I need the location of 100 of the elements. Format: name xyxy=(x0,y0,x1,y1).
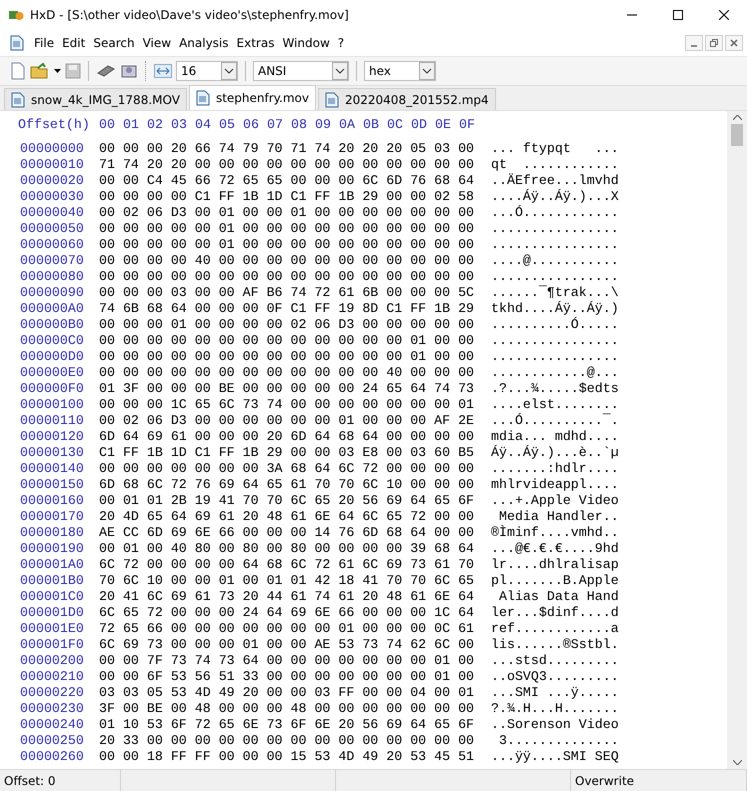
text-column[interactable]: ...@€.€.€....9hd xyxy=(491,541,619,557)
hex-bytes[interactable]: 3F 00 BE 00 48 00 00 00 48 00 00 00 00 00 00 00 xyxy=(99,701,475,717)
hex-bytes[interactable]: 00 00 00 00 00 01 00 00 00 00 00 00 00 00 00 00 xyxy=(99,221,475,237)
hex-bytes[interactable]: 01 3F 00 00 00 BE 00 00 00 00 00 24 65 64 74 73 xyxy=(99,381,475,397)
bytes-per-row-dropdown[interactable]: 16 xyxy=(176,61,238,81)
hex-bytes[interactable]: 00 00 18 FF FF 00 00 00 15 53 4D 49 20 53 45 51 xyxy=(99,749,475,765)
text-column[interactable]: Media Handler.. xyxy=(491,509,619,525)
scroll-up-icon[interactable] xyxy=(732,115,742,120)
hex-bytes[interactable]: 03 03 05 53 4D 49 20 00 00 03 FF 00 00 04 00 01 xyxy=(99,685,475,701)
text-column[interactable]: 3.............. xyxy=(491,733,619,749)
text-column[interactable]: Alias Data Hand xyxy=(491,589,619,605)
hex-bytes[interactable]: 00 01 00 40 80 00 80 00 80 00 00 00 00 39 68 64 xyxy=(99,541,475,557)
text-column[interactable]: .......:hdlr.... xyxy=(491,461,619,477)
hex-bytes[interactable]: 00 00 00 00 00 00 00 00 00 00 00 00 40 00 00 00 xyxy=(99,365,475,381)
text-column[interactable]: ?.¾.H...H....... xyxy=(491,701,619,717)
hex-bytes[interactable]: 00 00 00 00 40 00 00 00 00 00 00 00 00 00 00 00 xyxy=(99,253,475,269)
hex-bytes[interactable]: 20 33 00 00 00 00 00 00 00 00 00 00 00 00 00 00 xyxy=(99,733,475,749)
hex-bytes[interactable]: 00 02 06 D3 00 00 00 00 00 00 01 00 00 00 AF 2E xyxy=(99,413,475,429)
text-column[interactable]: ............@... xyxy=(491,365,619,381)
hex-bytes[interactable]: 20 4D 65 64 69 61 20 48 61 6E 64 6C 65 72 00 00 xyxy=(99,509,475,525)
hex-bytes[interactable]: 6C 65 72 00 00 00 24 64 69 6E 66 00 00 00 1C 64 xyxy=(99,605,475,621)
hex-bytes[interactable]: 00 00 00 00 00 00 00 3A 68 64 6C 72 00 00 00 00 xyxy=(99,461,475,477)
text-column[interactable]: ler...$dinf....d xyxy=(491,605,619,621)
text-column[interactable]: ..oSVQ3......... xyxy=(491,669,619,685)
open-folder-icon[interactable] xyxy=(30,62,50,80)
menu-item[interactable]: Search xyxy=(89,36,139,50)
hex-bytes[interactable]: 01 10 53 6F 72 65 6E 73 6F 6E 20 56 69 64 65 6F xyxy=(99,717,475,733)
minimize-document-button[interactable] xyxy=(685,35,703,51)
hex-bytes[interactable]: 00 00 00 00 00 00 00 00 00 00 00 00 00 01 00 00 xyxy=(99,333,475,349)
new-file-icon[interactable] xyxy=(10,62,26,80)
text-column[interactable]: ref............a xyxy=(491,621,619,637)
text-column[interactable]: ...ÿÿ....SMI SEQ xyxy=(491,749,619,765)
hex-bytes[interactable]: 72 65 66 00 00 00 00 00 00 00 01 00 00 00 0C 61 xyxy=(99,621,475,637)
text-column[interactable]: qt ............ xyxy=(491,157,619,173)
hex-bytes[interactable]: 74 6B 68 64 00 00 00 0F C1 FF 19 8D C1 FF 1B 29 xyxy=(99,301,475,317)
text-column[interactable]: ....Áÿ..Áÿ.)...X xyxy=(491,189,619,205)
text-column[interactable]: ...+.Apple Video xyxy=(491,493,619,509)
text-column[interactable]: Áÿ..Áÿ.)...è..`µ xyxy=(491,445,619,461)
hex-bytes[interactable]: 00 00 00 00 00 01 00 00 00 00 00 00 00 00 00 00 xyxy=(99,237,475,253)
text-column[interactable]: pl.......B.Apple xyxy=(491,573,619,589)
text-column[interactable]: ...SMI ...ÿ..... xyxy=(491,685,619,701)
hex-bytes[interactable]: 00 00 00 00 C1 FF 1B 1D C1 FF 1B 29 00 00 02 58 xyxy=(99,189,475,205)
hex-bytes[interactable]: 20 41 6C 69 61 73 20 44 61 74 61 20 48 61 6E 64 xyxy=(99,589,475,605)
display-mode-dropdown[interactable]: hex xyxy=(364,61,436,81)
text-column[interactable]: ...Ó..........¯. xyxy=(491,413,619,429)
text-column[interactable]: ..Sorenson Video xyxy=(491,717,619,733)
text-column[interactable]: ...Ó............ xyxy=(491,205,619,221)
file-tab[interactable]: 20220408_201552.mp4 xyxy=(318,88,496,110)
text-column[interactable]: tkhd....Áÿ..Áÿ.) xyxy=(491,301,619,317)
vertical-scrollbar[interactable] xyxy=(727,111,747,769)
hex-bytes[interactable]: 00 00 7F 73 74 73 64 00 00 00 00 00 00 00 01 00 xyxy=(99,653,475,669)
menu-item[interactable]: View xyxy=(138,36,176,50)
text-column[interactable]: ... ftypqt ... xyxy=(491,141,619,157)
close-document-button[interactable] xyxy=(725,35,743,51)
text-column[interactable]: ...stsd......... xyxy=(491,653,619,669)
hex-bytes[interactable]: 00 00 00 03 00 00 AF B6 74 72 61 6B 00 00 00 5C xyxy=(99,285,475,301)
menu-item[interactable]: Extras xyxy=(232,36,278,50)
dropdown-caret-icon[interactable] xyxy=(54,69,61,73)
hex-bytes[interactable]: AE CC 6D 69 6E 66 00 00 00 14 76 6D 68 64 00 00 xyxy=(99,525,475,541)
hex-bytes[interactable]: 00 00 00 00 00 00 00 00 00 00 00 00 00 00 00 00 xyxy=(99,269,475,285)
text-column[interactable]: ................ xyxy=(491,269,619,285)
hex-bytes[interactable]: 00 00 00 1C 65 6C 73 74 00 00 00 00 00 00 00 01 xyxy=(99,397,475,413)
hex-bytes[interactable]: 00 00 00 00 00 00 00 00 00 00 00 00 00 01 00 00 xyxy=(99,349,475,365)
hex-bytes[interactable]: 00 01 01 2B 19 41 70 70 6C 65 20 56 69 64 65 6F xyxy=(99,493,475,509)
text-column[interactable]: ................ xyxy=(491,237,619,253)
restore-document-button[interactable] xyxy=(705,35,723,51)
text-column[interactable]: ®Ìminf....vmhd.. xyxy=(491,525,619,541)
hex-bytes[interactable]: 71 74 20 20 00 00 00 00 00 00 00 00 00 00 00 00 xyxy=(99,157,475,173)
text-column[interactable]: ....elst........ xyxy=(491,397,619,413)
text-column[interactable]: ................ xyxy=(491,333,619,349)
menu-item[interactable]: Analysis xyxy=(175,36,233,50)
hex-bytes[interactable]: 00 00 C4 45 66 72 65 65 00 00 00 6C 6D 76 68 64 xyxy=(99,173,475,189)
menu-item[interactable]: Window xyxy=(278,36,334,50)
hex-bytes[interactable]: 00 00 6F 53 56 51 33 00 00 00 00 00 00 00 01 00 xyxy=(99,669,475,685)
menu-item[interactable]: ? xyxy=(334,36,348,50)
text-column[interactable]: .?...¾.....$edts xyxy=(491,381,619,397)
menu-item[interactable]: File xyxy=(30,36,58,50)
menu-item[interactable]: Edit xyxy=(58,36,90,50)
text-column[interactable]: ......¯¶trak...\ xyxy=(491,285,619,301)
file-tab[interactable]: stephenfry.mov xyxy=(188,85,316,110)
hex-bytes[interactable]: C1 FF 1B 1D C1 FF 1B 29 00 00 03 E8 00 03 60 B5 xyxy=(99,445,475,461)
text-column[interactable]: ..ÄEfree...lmvhd xyxy=(491,173,619,189)
hex-bytes[interactable]: 00 00 00 01 00 00 00 00 02 06 D3 00 00 00 00 00 xyxy=(99,317,475,333)
text-column[interactable]: ................ xyxy=(491,349,619,365)
scrollbar-thumb[interactable] xyxy=(731,124,743,146)
text-column[interactable]: mdia... mdhd.... xyxy=(491,429,619,445)
hex-bytes[interactable]: 00 00 00 20 66 74 79 70 71 74 20 20 20 05 03 00 xyxy=(99,141,475,157)
text-column[interactable]: ....@........... xyxy=(491,253,619,269)
text-column[interactable]: ................ xyxy=(491,221,619,237)
hex-bytes[interactable]: 6D 64 69 61 00 00 00 20 6D 64 68 64 00 00 00 00 xyxy=(99,429,475,445)
scroll-down-icon[interactable] xyxy=(732,760,742,765)
text-column[interactable]: lis......®Sstbl. xyxy=(491,637,619,653)
hex-bytes[interactable]: 6C 69 73 00 00 00 01 00 00 AE 53 73 74 62 6C 00 xyxy=(99,637,475,653)
hex-bytes[interactable]: 6C 72 00 00 00 00 64 68 6C 72 61 6C 69 73 61 70 xyxy=(99,557,475,573)
hex-bytes[interactable]: 6D 68 6C 72 76 69 64 65 61 70 70 6C 10 00 00 00 xyxy=(99,477,475,493)
hex-bytes[interactable]: 00 02 06 D3 00 01 00 00 01 00 00 00 00 00 00 00 xyxy=(99,205,475,221)
text-column[interactable]: ..........Ó..... xyxy=(491,317,619,333)
file-tab[interactable]: snow_4k_IMG_1788.MOV xyxy=(4,88,187,110)
charset-dropdown[interactable]: ANSI xyxy=(253,61,349,81)
hex-bytes[interactable]: 70 6C 10 00 00 01 00 01 01 42 18 41 70 70 6C 65 xyxy=(99,573,475,589)
